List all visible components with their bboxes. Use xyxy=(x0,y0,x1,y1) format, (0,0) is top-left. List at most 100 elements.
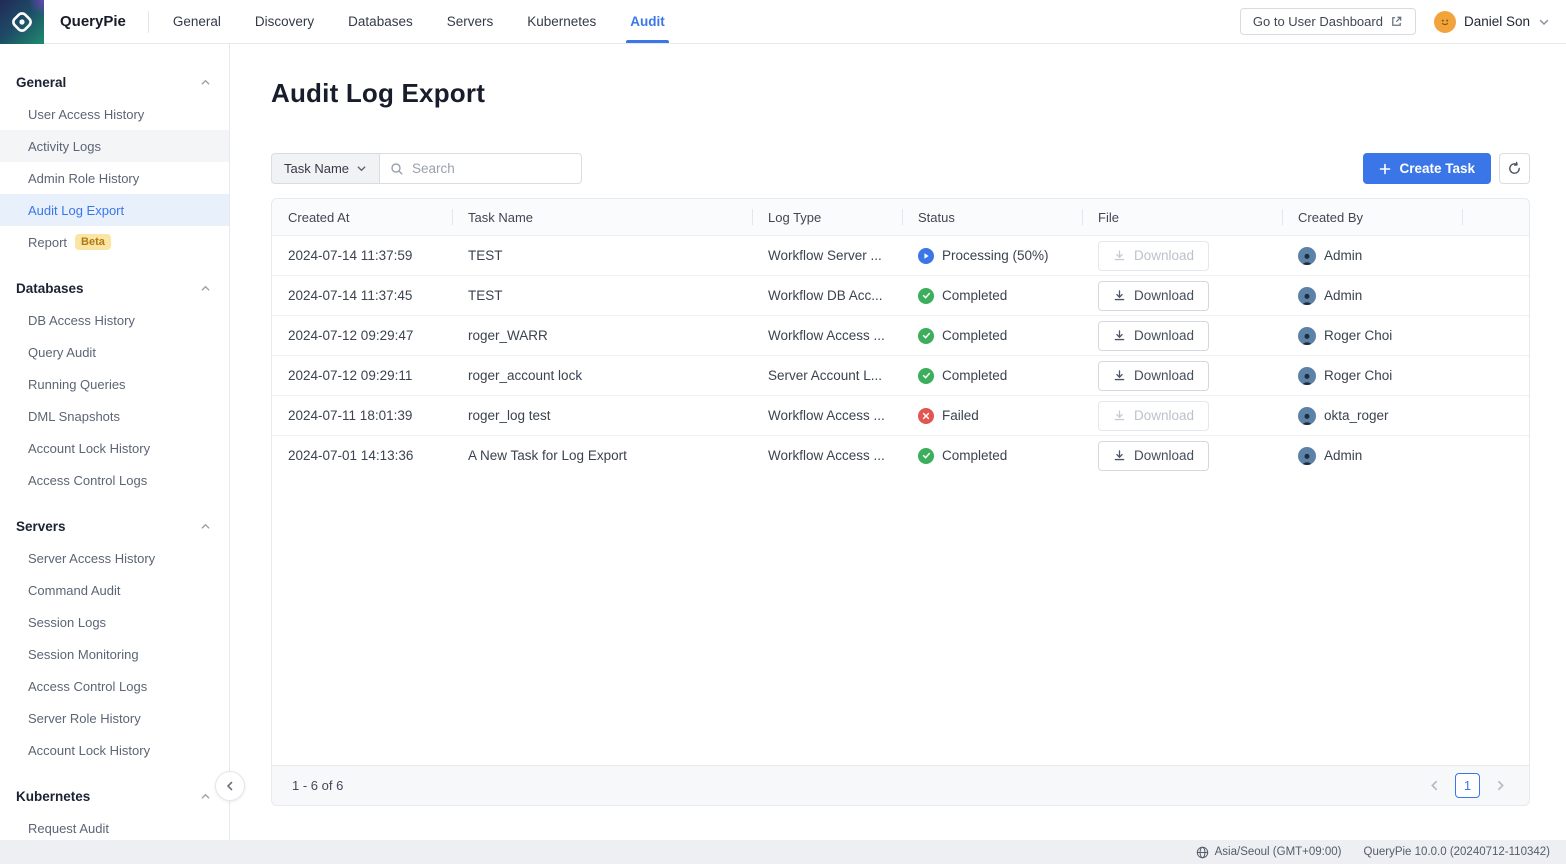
chevron-up-icon xyxy=(200,521,211,532)
sidebar-item-label: Session Monitoring xyxy=(28,647,139,662)
download-icon xyxy=(1113,369,1126,382)
cell-created-at: 2024-07-11 18:01:39 xyxy=(272,396,452,435)
sidebar-section-header-servers[interactable]: Servers xyxy=(0,510,229,542)
cell-actions xyxy=(1462,436,1529,475)
search-input[interactable] xyxy=(412,161,562,176)
nav-tab-general[interactable]: General xyxy=(173,0,221,43)
sidebar-item-query-audit[interactable]: Query Audit xyxy=(0,336,229,368)
download-button[interactable]: Download xyxy=(1098,441,1209,471)
status-failed-icon xyxy=(918,408,934,424)
nav-tab-databases[interactable]: Databases xyxy=(348,0,413,43)
creator-avatar xyxy=(1298,367,1316,385)
cell-created-by: okta_roger xyxy=(1282,396,1462,435)
sidebar-item-server-access-history[interactable]: Server Access History xyxy=(0,542,229,574)
column-header-created-by: Created By xyxy=(1282,199,1462,235)
sidebar-item-report[interactable]: ReportBeta xyxy=(0,226,229,258)
table-header-row: Created AtTask NameLog TypeStatusFileCre… xyxy=(272,199,1529,235)
refresh-button[interactable] xyxy=(1499,153,1530,184)
sidebar-item-label: Admin Role History xyxy=(28,171,139,186)
nav-tab-discovery[interactable]: Discovery xyxy=(255,0,314,43)
creator-name: okta_roger xyxy=(1324,408,1389,423)
pagination-range: 1 - 6 of 6 xyxy=(292,778,343,793)
current-page-button[interactable]: 1 xyxy=(1455,773,1480,798)
chevron-up-icon xyxy=(200,77,211,88)
next-page-button[interactable] xyxy=(1492,777,1509,794)
sidebar-item-label: Access Control Logs xyxy=(28,473,147,488)
sidebar-item-label: Query Audit xyxy=(28,345,96,360)
cell-log-type: Workflow Access ... xyxy=(752,436,902,475)
sidebar-item-session-monitoring[interactable]: Session Monitoring xyxy=(0,638,229,670)
cell-created-at: 2024-07-12 09:29:47 xyxy=(272,316,452,355)
cell-actions xyxy=(1462,276,1529,315)
download-button[interactable]: Download xyxy=(1098,281,1209,311)
table-row: 2024-07-11 18:01:39 roger_log test Workf… xyxy=(272,395,1529,435)
sidebar-item-running-queries[interactable]: Running Queries xyxy=(0,368,229,400)
cell-status: Completed xyxy=(902,436,1082,475)
sidebar-item-session-logs[interactable]: Session Logs xyxy=(0,606,229,638)
cell-actions xyxy=(1462,316,1529,355)
download-button[interactable]: Download xyxy=(1098,361,1209,391)
status-completed-icon xyxy=(918,448,934,464)
querypie-logo-icon[interactable] xyxy=(0,0,44,44)
download-button[interactable]: Download xyxy=(1098,401,1209,431)
go-to-user-dashboard-button[interactable]: Go to User Dashboard xyxy=(1240,8,1416,35)
table-row: 2024-07-01 14:13:36 A New Task for Log E… xyxy=(272,435,1529,475)
cell-actions xyxy=(1462,236,1529,275)
sidebar-section-header-databases[interactable]: Databases xyxy=(0,272,229,304)
user-menu[interactable]: Daniel Son xyxy=(1434,11,1550,33)
creator-avatar xyxy=(1298,247,1316,265)
cell-log-type: Server Account L... xyxy=(752,356,902,395)
status-label: Completed xyxy=(942,328,1007,343)
download-button[interactable]: Download xyxy=(1098,241,1209,271)
cell-created-at: 2024-07-14 11:37:59 xyxy=(272,236,452,275)
status-bar: Asia/Seoul (GMT+09:00) QueryPie 10.0.0 (… xyxy=(0,840,1566,864)
sidebar-item-label: Command Audit xyxy=(28,583,121,598)
sidebar-item-label: User Access History xyxy=(28,107,144,122)
sidebar-item-request-audit[interactable]: Request Audit xyxy=(0,812,229,840)
nav-tab-audit[interactable]: Audit xyxy=(630,0,665,43)
download-label: Download xyxy=(1134,248,1194,263)
sidebar-item-activity-logs[interactable]: Activity Logs xyxy=(0,130,229,162)
person-icon xyxy=(1300,372,1314,385)
creator-avatar xyxy=(1298,447,1316,465)
cell-task-name: roger_account lock xyxy=(452,356,752,395)
download-label: Download xyxy=(1134,448,1194,463)
filter-field-select[interactable]: Task Name xyxy=(271,153,380,184)
creator-name: Admin xyxy=(1324,248,1362,263)
sidebar-section-header-kubernetes[interactable]: Kubernetes xyxy=(0,780,229,812)
download-button[interactable]: Download xyxy=(1098,321,1209,351)
previous-page-button[interactable] xyxy=(1426,777,1443,794)
cell-file: Download xyxy=(1082,436,1282,475)
sidebar-section-header-general[interactable]: General xyxy=(0,66,229,98)
sidebar-item-audit-log-export[interactable]: Audit Log Export xyxy=(0,194,229,226)
cell-created-by: Admin xyxy=(1282,436,1462,475)
download-label: Download xyxy=(1134,288,1194,303)
timezone-indicator[interactable]: Asia/Seoul (GMT+09:00) xyxy=(1196,846,1342,859)
sidebar-item-command-audit[interactable]: Command Audit xyxy=(0,574,229,606)
sidebar-item-db-access-history[interactable]: DB Access History xyxy=(0,304,229,336)
sidebar-collapse-button[interactable] xyxy=(215,771,245,801)
sidebar-item-access-control-logs[interactable]: Access Control Logs xyxy=(0,670,229,702)
sidebar-item-account-lock-history[interactable]: Account Lock History xyxy=(0,432,229,464)
search-box xyxy=(380,153,582,184)
create-task-button[interactable]: Create Task xyxy=(1363,153,1491,184)
nav-tab-kubernetes[interactable]: Kubernetes xyxy=(527,0,596,43)
navbar-divider xyxy=(148,11,149,33)
sidebar-item-label: Request Audit xyxy=(28,821,109,836)
sidebar-item-server-role-history[interactable]: Server Role History xyxy=(0,702,229,734)
creator-name: Admin xyxy=(1324,448,1362,463)
sidebar-item-access-control-logs[interactable]: Access Control Logs xyxy=(0,464,229,496)
globe-icon xyxy=(1196,846,1209,859)
sidebar-item-admin-role-history[interactable]: Admin Role History xyxy=(0,162,229,194)
sidebar-section-general: General User Access History Activity Logs A… xyxy=(0,66,229,258)
sidebar-item-label: Server Access History xyxy=(28,551,155,566)
sidebar-section-kubernetes: Kubernetes Request Audit xyxy=(0,780,229,840)
page-title: Audit Log Export xyxy=(271,78,1530,109)
sidebar-item-dml-snapshots[interactable]: DML Snapshots xyxy=(0,400,229,432)
cell-log-type: Workflow Access ... xyxy=(752,316,902,355)
sidebar-item-user-access-history[interactable]: User Access History xyxy=(0,98,229,130)
nav-tab-servers[interactable]: Servers xyxy=(447,0,494,43)
cell-actions xyxy=(1462,396,1529,435)
sidebar-item-account-lock-history[interactable]: Account Lock History xyxy=(0,734,229,766)
cell-file: Download xyxy=(1082,316,1282,355)
